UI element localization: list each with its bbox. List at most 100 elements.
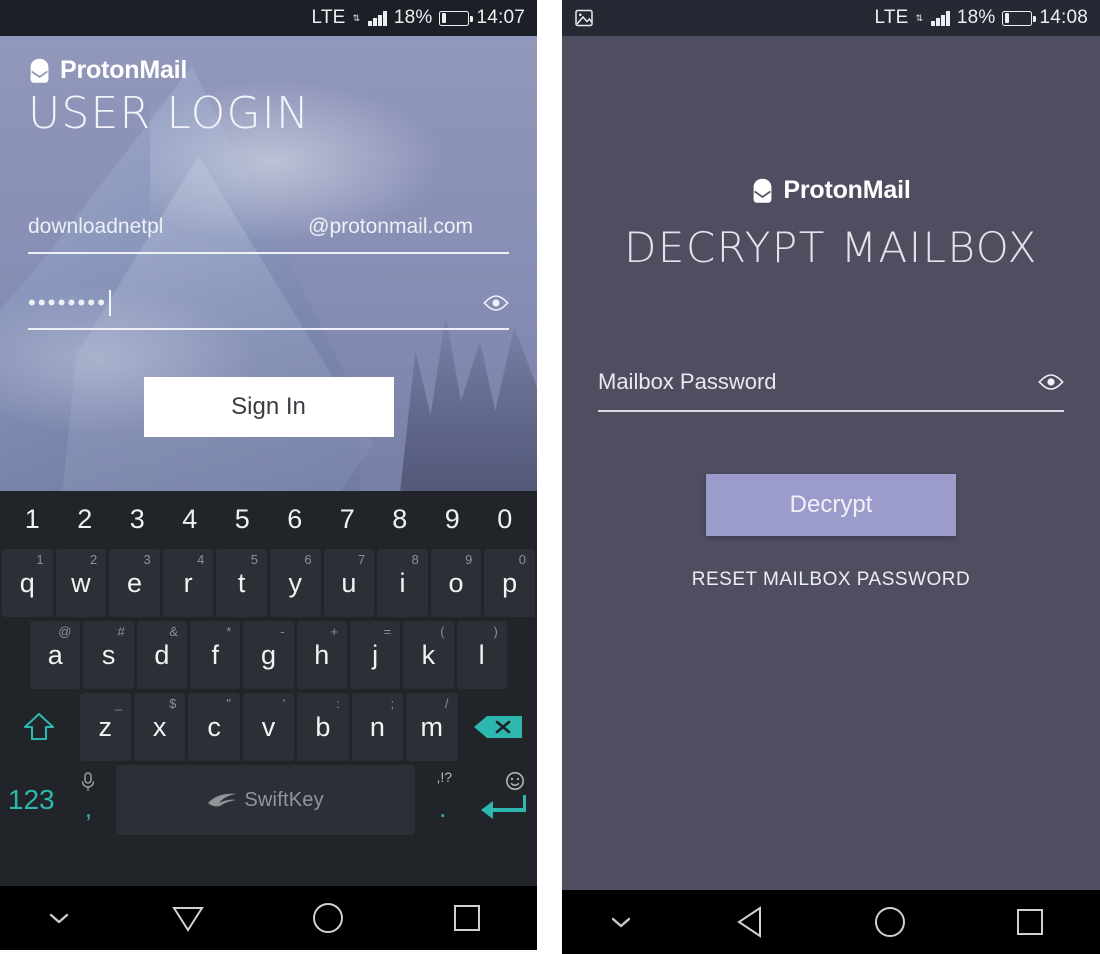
key-num-4[interactable]: 4 [164,504,217,535]
key-w[interactable]: 2w [55,549,107,617]
signal-bars-icon [931,10,950,26]
chevron-down-icon [50,913,69,924]
key-g[interactable]: -g [243,621,294,689]
key-alt-label: 6 [304,552,312,567]
key-label: k [421,639,436,670]
home-button[interactable] [821,904,961,940]
key-alt-label: / [444,696,449,711]
key-spacer-left [2,621,27,689]
hide-keyboard-button[interactable] [562,913,681,931]
home-button[interactable] [258,900,397,936]
key-label: g [260,639,276,670]
key-label: f [211,639,219,670]
key-label: b [315,711,331,742]
back-button[interactable] [119,901,258,935]
key-num-6[interactable]: 6 [269,504,322,535]
swiftkey-label: SwiftKey [244,788,324,811]
key-label: d [154,639,170,670]
key-a[interactable]: @ a [30,621,81,689]
left-status-bar: LTE ⇅ 18% 14:07 [0,0,537,36]
clock-label: 14:07 [476,7,525,28]
network-type-label: LTE [311,7,346,28]
key-num-9[interactable]: 9 [426,504,479,535]
key-f[interactable]: * f [190,621,241,689]
eye-icon[interactable] [1038,373,1064,391]
battery-icon [1002,10,1036,26]
key-label: t [237,567,246,598]
key-j[interactable]: = j [349,621,401,689]
key-u[interactable]: 7u [323,549,375,617]
reset-mailbox-password-link[interactable]: RESET MAILBOX PASSWORD [598,569,1064,591]
key-o[interactable]: 9o [430,549,482,617]
key-num-2[interactable]: 2 [59,504,112,535]
key-alt-label: 2 [89,552,98,567]
keyboard-row-asdf: @ a # s & d * f -g + h = j (k ) l [0,619,537,691]
key-k[interactable]: (k [403,621,454,689]
recents-button[interactable] [960,906,1100,938]
key-num-8[interactable]: 8 [374,504,427,535]
back-button[interactable] [681,904,821,940]
key-numeric-mode[interactable]: 123 [2,765,61,835]
key-num-3[interactable]: 3 [111,504,164,535]
key-e[interactable]: 3e [109,549,160,617]
key-num-1[interactable]: 1 [6,504,59,535]
key-h[interactable]: + h [296,621,347,689]
square-icon [454,905,481,931]
emoji-smiley-icon[interactable] [505,771,525,791]
key-q[interactable]: 1q [2,549,53,617]
square-icon [1017,909,1044,935]
key-num-7[interactable]: 7 [321,504,374,535]
microphone-icon [82,772,95,791]
password-input-value[interactable]: •••••••• [28,290,112,317]
decrypt-button[interactable]: Decrypt [706,474,956,536]
app-brand: ProtonMail [28,36,509,85]
swiftkey-logo: SwiftKey [207,788,324,812]
key-alt-label: ( [440,624,445,639]
key-num-5[interactable]: 5 [216,504,269,535]
key-period[interactable]: ,!? . [418,765,468,835]
triangle-left-icon [736,906,761,938]
mailbox-password-placeholder[interactable]: Mailbox Password [598,369,777,395]
key-alt-label: _ [114,696,122,711]
key-y[interactable]: 6y [269,549,321,617]
key-num-0[interactable]: 0 [479,504,532,535]
key-b[interactable]: :b [297,693,349,761]
email-domain-suffix: @protonmail.com [308,215,473,239]
login-screen: ProtonMail USER LOGIN downloadnetpl @pro… [0,36,537,491]
mailbox-password-field[interactable]: Mailbox Password [598,369,1064,412]
screenshot-image-icon [575,9,593,27]
key-d[interactable]: & d [136,621,188,689]
eye-icon[interactable] [483,294,509,312]
sign-in-button[interactable]: Sign In [143,377,394,438]
key-m[interactable]: / m [406,693,458,761]
key-r[interactable]: 4r [162,549,214,617]
key-label: . [439,792,447,823]
page-title: DECRYPT MAILBOX [624,223,1038,272]
key-spacer-right [510,621,535,689]
key-v[interactable]: ' v [242,693,295,761]
key-alt-label: 4 [197,552,205,567]
key-x[interactable]: $ x [133,693,186,761]
key-enter[interactable] [471,765,535,835]
page-title: USER LOGIN [28,88,311,139]
password-field[interactable]: •••••••• [28,290,509,331]
key-c[interactable]: " c [188,693,240,761]
key-alt-label: * [226,624,232,639]
key-comma[interactable]: , [64,765,114,835]
key-spacebar[interactable]: SwiftKey [116,765,415,835]
key-n[interactable]: ; n [351,693,404,761]
key-t[interactable]: 5t [216,549,267,617]
key-l[interactable]: ) l [456,621,507,689]
hide-keyboard-button[interactable] [0,909,119,927]
key-s[interactable]: # s [83,621,134,689]
recents-button[interactable] [398,902,537,934]
key-backspace[interactable] [461,693,536,761]
key-i[interactable]: 8i [377,549,428,617]
key-shift[interactable] [2,693,77,761]
key-label: r [183,567,193,598]
username-field[interactable]: downloadnetpl @protonmail.com [28,215,509,255]
keyboard-row-qwerty: 1q 2w 3e 4r 5t 6y 7u 8i 9o 0p [0,547,537,619]
key-p[interactable]: 0p [484,549,535,617]
username-input-value[interactable]: downloadnetpl [28,215,163,239]
key-z[interactable]: _ z [79,693,131,761]
